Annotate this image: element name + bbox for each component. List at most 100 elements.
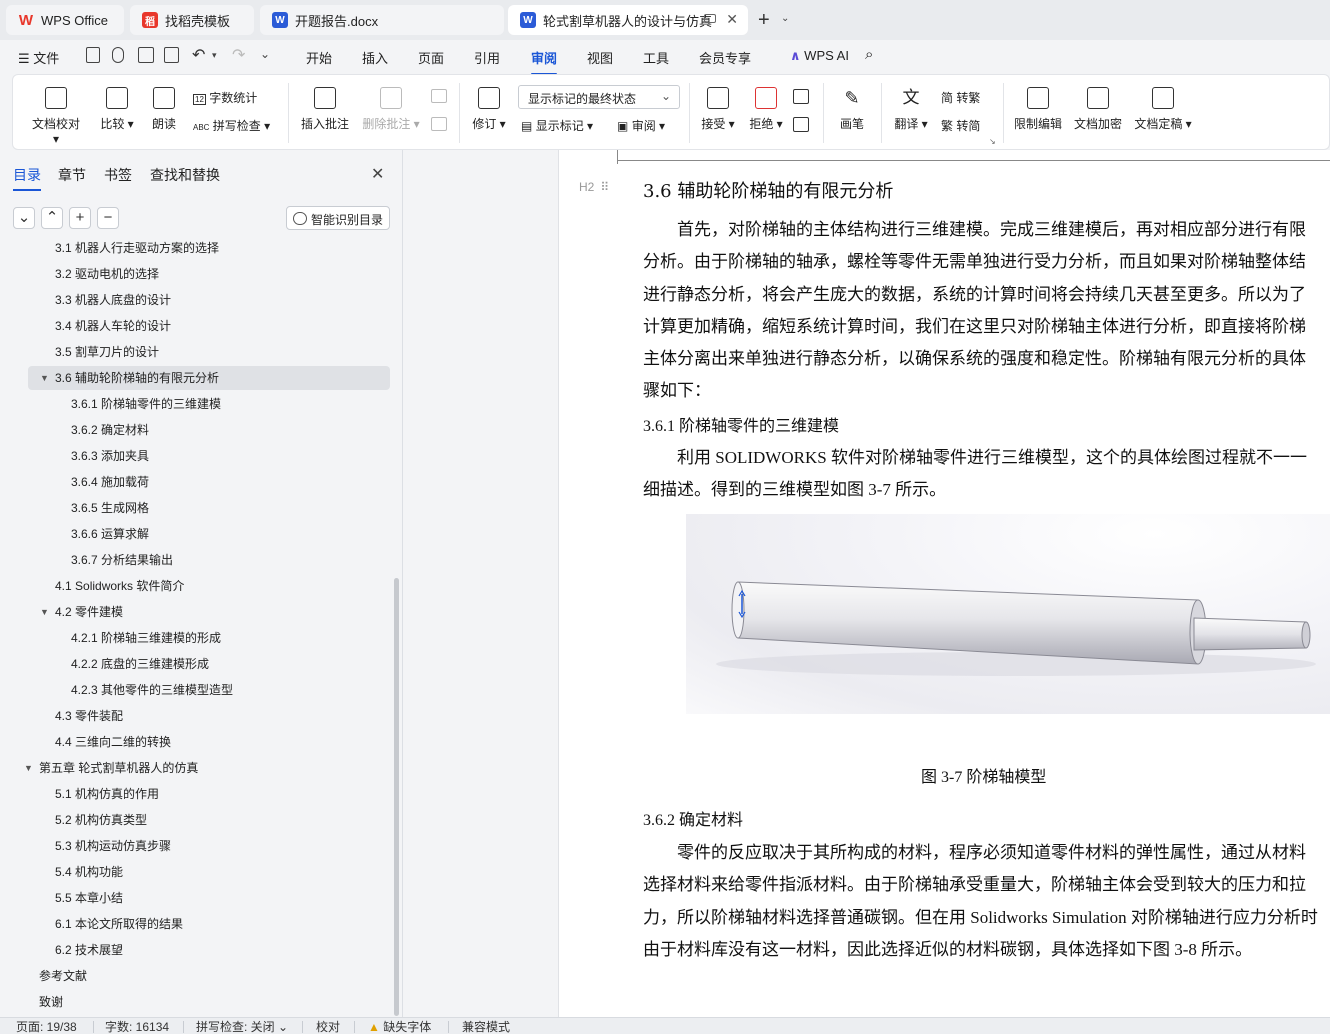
toc-item[interactable]: 3.4 机器人车轮的设计 [0,314,390,338]
missing-font-status[interactable]: ▲ 缺失字体 [368,1020,431,1034]
toc-item[interactable]: 3.6.3 添加夹具 [0,444,390,468]
tab-docer[interactable]: 稻 找稻壳模板 [130,5,254,35]
menu-review[interactable]: 审阅 [531,48,558,75]
toc-item[interactable]: 3.6.2 确定材料 [0,418,390,442]
close-tab-icon[interactable]: ✕ [726,11,738,28]
toc-item[interactable]: 4.2.1 阶梯轴三维建模的形成 [0,626,390,650]
smart-toc-button[interactable]: 智能识别目录 [286,206,390,230]
save-icon[interactable] [86,47,100,63]
nav-tab-find-replace[interactable]: 查找和替换 [150,165,220,185]
toc-item[interactable]: 4.2 零件建模 ▼ [0,600,390,624]
read-aloud-button[interactable]: 朗读 [149,87,179,132]
share-icon[interactable] [112,47,124,63]
menu-insert[interactable]: 插入 [362,48,388,67]
collapse-all-button[interactable]: ⌄ [13,207,35,229]
menu-start[interactable]: 开始 [306,48,332,67]
tab-proposal-doc[interactable]: W 开题报告.docx [260,5,504,35]
toc-item[interactable]: 6.2 技术展望 [0,938,390,962]
wps-ai-button[interactable]: ∧ WPS AI [790,48,849,64]
word-count-button[interactable]: 12 字数统计 [193,89,257,106]
toc-item[interactable]: 3.6.7 分析结果输出 [0,548,390,572]
toc-item[interactable]: 3.1 机器人行走驱动方案的选择 [0,238,390,260]
restrict-edit-button[interactable]: 限制编辑 [1013,87,1063,132]
word-count-indicator[interactable]: 字数: 16134 [105,1020,169,1034]
redo-icon[interactable]: ↷ [232,45,245,65]
encrypt-button[interactable]: 文档加密 [1073,87,1123,132]
delete-comment-button[interactable]: 删除批注 ▾ [361,87,421,132]
new-tab-plus-icon[interactable]: + [758,9,770,32]
heading-level-marker[interactable]: H2 ⠿ [579,180,609,194]
prev-comment-icon[interactable] [431,89,447,103]
next-change-icon[interactable] [793,117,809,132]
stepped-shaft-figure[interactable] [686,514,1330,714]
toc-item[interactable]: 3.6.5 生成网格 [0,496,390,520]
show-markup-button[interactable]: ▤ 显示标记 ▾ [521,117,593,134]
prev-change-icon[interactable] [793,89,809,104]
tab-wps-office[interactable]: W WPS Office [6,5,124,35]
toc-item[interactable]: 5.3 机构运动仿真步骤 [0,834,390,858]
review-pane-button[interactable]: ▣ 审阅 ▾ [617,117,665,134]
close-panel-icon[interactable]: ✕ [371,164,384,184]
expand-up-button[interactable]: ⌃ [41,207,63,229]
accept-button[interactable]: 接受 ▾ [699,87,737,132]
insert-comment-button[interactable]: 插入批注 [299,87,351,132]
translate-button[interactable]: 文 翻译 ▾ [891,87,931,132]
document-page[interactable]: H2 ⠿ 3.6 辅助轮阶梯轴的有限元分析 首先，对阶梯轴的主体结构进行三维建模。… [558,150,1330,1017]
to-simplified-button[interactable]: 繁 转简 [941,117,980,134]
toc-item[interactable]: 5.4 机构功能 [0,860,390,884]
toc-item[interactable]: 6.1 本论文所取得的结果 [0,912,390,936]
toc-item[interactable]: 致谢 [0,990,390,1014]
toc-item[interactable]: 4.2.2 底盘的三维建模形成 [0,652,390,676]
toc-item[interactable]: 3.6 辅助轮阶梯轴的有限元分析 ▼ [28,366,390,390]
quick-access-more-icon[interactable]: ⌄ [260,47,270,61]
tab-list-chevron-icon[interactable]: ⌄ [781,13,789,24]
toc-item[interactable]: 4.2.3 其他零件的三维模型造型 [0,678,390,702]
toc-item[interactable]: 5.1 机构仿真的作用 [0,782,390,806]
menu-member[interactable]: 会员专享 [699,48,751,67]
toc-item[interactable]: 5.5 本章小结 [0,886,390,910]
print-preview-icon[interactable] [164,47,179,63]
expand-triangle-icon[interactable]: ▼ [24,756,33,780]
reject-button[interactable]: 拒绝 ▾ [747,87,785,132]
remove-heading-button[interactable]: − [97,207,119,229]
toc-item[interactable]: 4.3 零件装配 [0,704,390,728]
toc-scrollbar[interactable] [394,578,399,1016]
monitor-icon[interactable] [704,14,716,23]
toc-item[interactable]: 5.2 机构仿真类型 [0,808,390,832]
dialog-launcher-icon[interactable]: ↘ [989,137,996,146]
toc-item[interactable]: 3.6.4 施加载荷 [0,470,390,494]
track-changes-button[interactable]: 修订 ▾ [469,87,509,132]
proofread-status[interactable]: 校对 [316,1020,340,1034]
drag-handle-icon[interactable]: ⠿ [600,180,609,194]
menu-page[interactable]: 页面 [418,48,444,67]
undo-icon[interactable]: ↶ [192,45,205,65]
toc-item[interactable]: 3.5 割草刀片的设计 [0,340,390,364]
markup-state-select[interactable]: 显示标记的最终状态 ⌄ [518,85,680,109]
next-comment-icon[interactable] [431,117,447,131]
toc-item[interactable]: 参考文献 [0,964,390,988]
add-heading-button[interactable]: + [69,207,91,229]
menu-view[interactable]: 视图 [587,48,613,67]
toc-item[interactable]: 3.6.6 运算求解 [0,522,390,546]
nav-tab-toc[interactable]: 目录 [13,165,41,191]
doc-check-button[interactable]: 文档校对 ▾ [29,87,83,146]
nav-tab-bookmarks[interactable]: 书签 [104,165,132,185]
expand-triangle-icon[interactable]: ▼ [40,366,49,390]
toc-item[interactable]: 3.6.1 阶梯轴零件的三维建模 [0,392,390,416]
menu-tools[interactable]: 工具 [643,48,669,67]
toc-item[interactable]: 3.2 驱动电机的选择 [0,262,390,286]
menu-references[interactable]: 引用 [474,48,500,67]
compare-button[interactable]: 比较 ▾ [99,87,135,132]
to-traditional-button[interactable]: 简 转繁 [941,89,980,106]
search-icon[interactable]: ⌕ [865,46,873,63]
undo-dropdown-icon[interactable]: ▾ [212,50,217,61]
page-indicator[interactable]: 页面: 19/38 [16,1020,77,1034]
spell-check-button[interactable]: ABC 拼写检查 ▾ [193,117,270,134]
toc-item[interactable]: 3.3 机器人底盘的设计 [0,288,390,312]
expand-triangle-icon[interactable]: ▼ [40,600,49,624]
nav-tab-chapters[interactable]: 章节 [58,165,86,185]
tab-current-doc[interactable]: W 轮式割草机器人的设计与仿真 ✕ [508,5,748,35]
spell-check-status[interactable]: 拼写检查: 关闭 ⌄ [196,1020,288,1034]
pen-button[interactable]: ✎ 画笔 [835,87,869,132]
file-menu[interactable]: ☰ 文件 [18,48,59,67]
